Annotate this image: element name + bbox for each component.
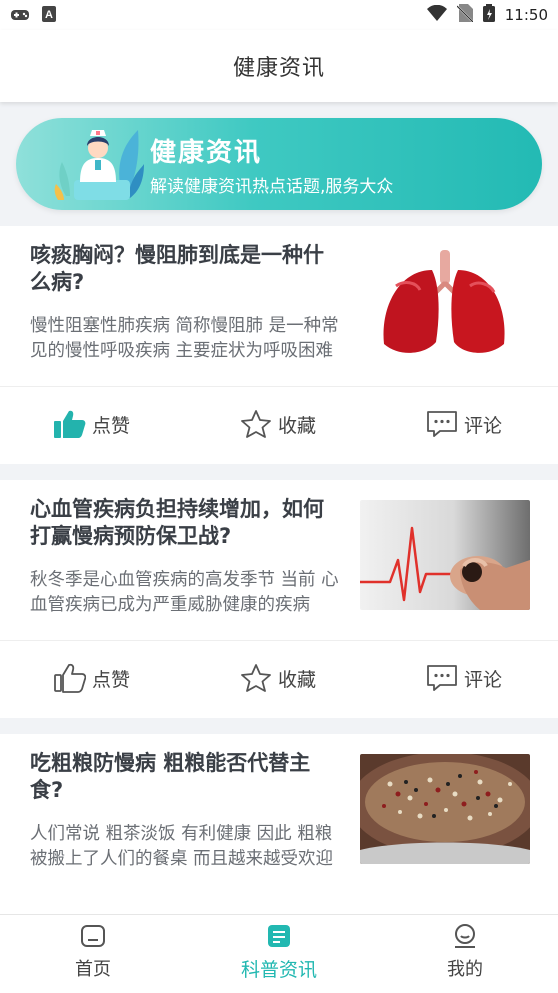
article-card[interactable]: 吃粗粮防慢病 粗粮能否代替主食? 人们常说 粗茶淡饭 有利健康 因此 粗粮被搬上… <box>0 734 558 914</box>
article-title[interactable]: 吃粗粮防慢病 粗粮能否代替主食? <box>30 750 330 804</box>
tab-home[interactable]: 首页 <box>33 923 153 981</box>
article-actions: 点赞 收藏 评论 <box>0 387 558 464</box>
thumbs-up-icon <box>54 409 86 439</box>
gamepad-icon <box>10 7 30 26</box>
lungs-image[interactable] <box>360 246 530 356</box>
tab-mine[interactable]: 我的 <box>405 923 525 981</box>
article-title[interactable]: 心血管疾病负担持续增加，如何打赢慢病预防保卫战? <box>30 496 330 550</box>
status-time: 11:50 <box>504 6 548 24</box>
user-icon <box>452 923 478 953</box>
banner-subtitle: 解读健康资讯热点话题,服务大众 <box>150 177 394 197</box>
article-actions: 点赞 收藏 评论 <box>0 641 558 718</box>
favorite-label: 收藏 <box>278 414 317 437</box>
article-summary: 秋冬季是心血管疾病的高发季节 当前 心血管疾病已成为严重威胁健康的疾病 <box>30 570 339 615</box>
svg-text:A: A <box>45 9 53 21</box>
battery-icon <box>482 4 495 26</box>
keyboard-a-icon: A <box>42 6 56 26</box>
no-sim-icon <box>456 4 474 26</box>
comment-label: 评论 <box>464 414 503 437</box>
like-label: 点赞 <box>92 668 131 691</box>
like-button[interactable]: 点赞 <box>54 409 130 439</box>
article-card[interactable]: 咳痰胸闷？慢阻肺到底是一种什么病? 慢性阻塞性肺疾病 简称慢阻肺 是一种常见的慢… <box>0 226 558 464</box>
bottom-tab-bar: 首页 科普资讯 我的 <box>0 914 558 993</box>
heartbeat-image[interactable] <box>360 500 530 610</box>
thumbs-up-icon <box>54 663 86 693</box>
favorite-button[interactable]: 收藏 <box>240 663 316 693</box>
comment-icon <box>426 409 458 439</box>
app-header: 健康资讯 <box>0 30 558 102</box>
tab-science-news-label: 科普资讯 <box>240 959 317 981</box>
comment-button[interactable]: 评论 <box>426 663 502 693</box>
comment-button[interactable]: 评论 <box>426 409 502 439</box>
page-title: 健康资讯 <box>232 56 325 81</box>
article-summary: 人们常说 粗茶淡饭 有利健康 因此 粗粮被搬上了人们的餐桌 而且越来越受欢迎 <box>30 824 334 869</box>
health-news-banner[interactable]: 健康资讯 解读健康资讯热点话题,服务大众 <box>16 118 542 210</box>
comment-icon <box>426 663 458 693</box>
star-icon <box>240 409 272 439</box>
status-bar: A 11:50 <box>0 0 558 30</box>
grains-image[interactable] <box>360 754 530 864</box>
favorite-label: 收藏 <box>278 668 317 691</box>
article-title[interactable]: 咳痰胸闷？慢阻肺到底是一种什么病? <box>30 242 330 296</box>
home-icon <box>80 923 106 953</box>
like-button[interactable]: 点赞 <box>54 663 130 693</box>
tab-home-label: 首页 <box>75 959 111 980</box>
tab-mine-label: 我的 <box>447 959 483 980</box>
banner-title: 健康资讯 <box>150 138 263 168</box>
article-summary: 慢性阻塞性肺疾病 简称慢阻肺 是一种常见的慢性呼吸疾病 主要症状为呼吸困难 <box>30 316 339 361</box>
news-document-icon <box>266 923 292 953</box>
nurse-illustration <box>54 124 144 206</box>
tab-science-news[interactable]: 科普资讯 <box>219 923 339 982</box>
comment-label: 评论 <box>464 668 503 691</box>
favorite-button[interactable]: 收藏 <box>240 409 316 439</box>
like-label: 点赞 <box>92 414 131 437</box>
article-card[interactable]: 心血管疾病负担持续增加，如何打赢慢病预防保卫战? 秋冬季是心血管疾病的高发季节 … <box>0 480 558 718</box>
star-icon <box>240 663 272 693</box>
wifi-icon <box>426 4 447 25</box>
